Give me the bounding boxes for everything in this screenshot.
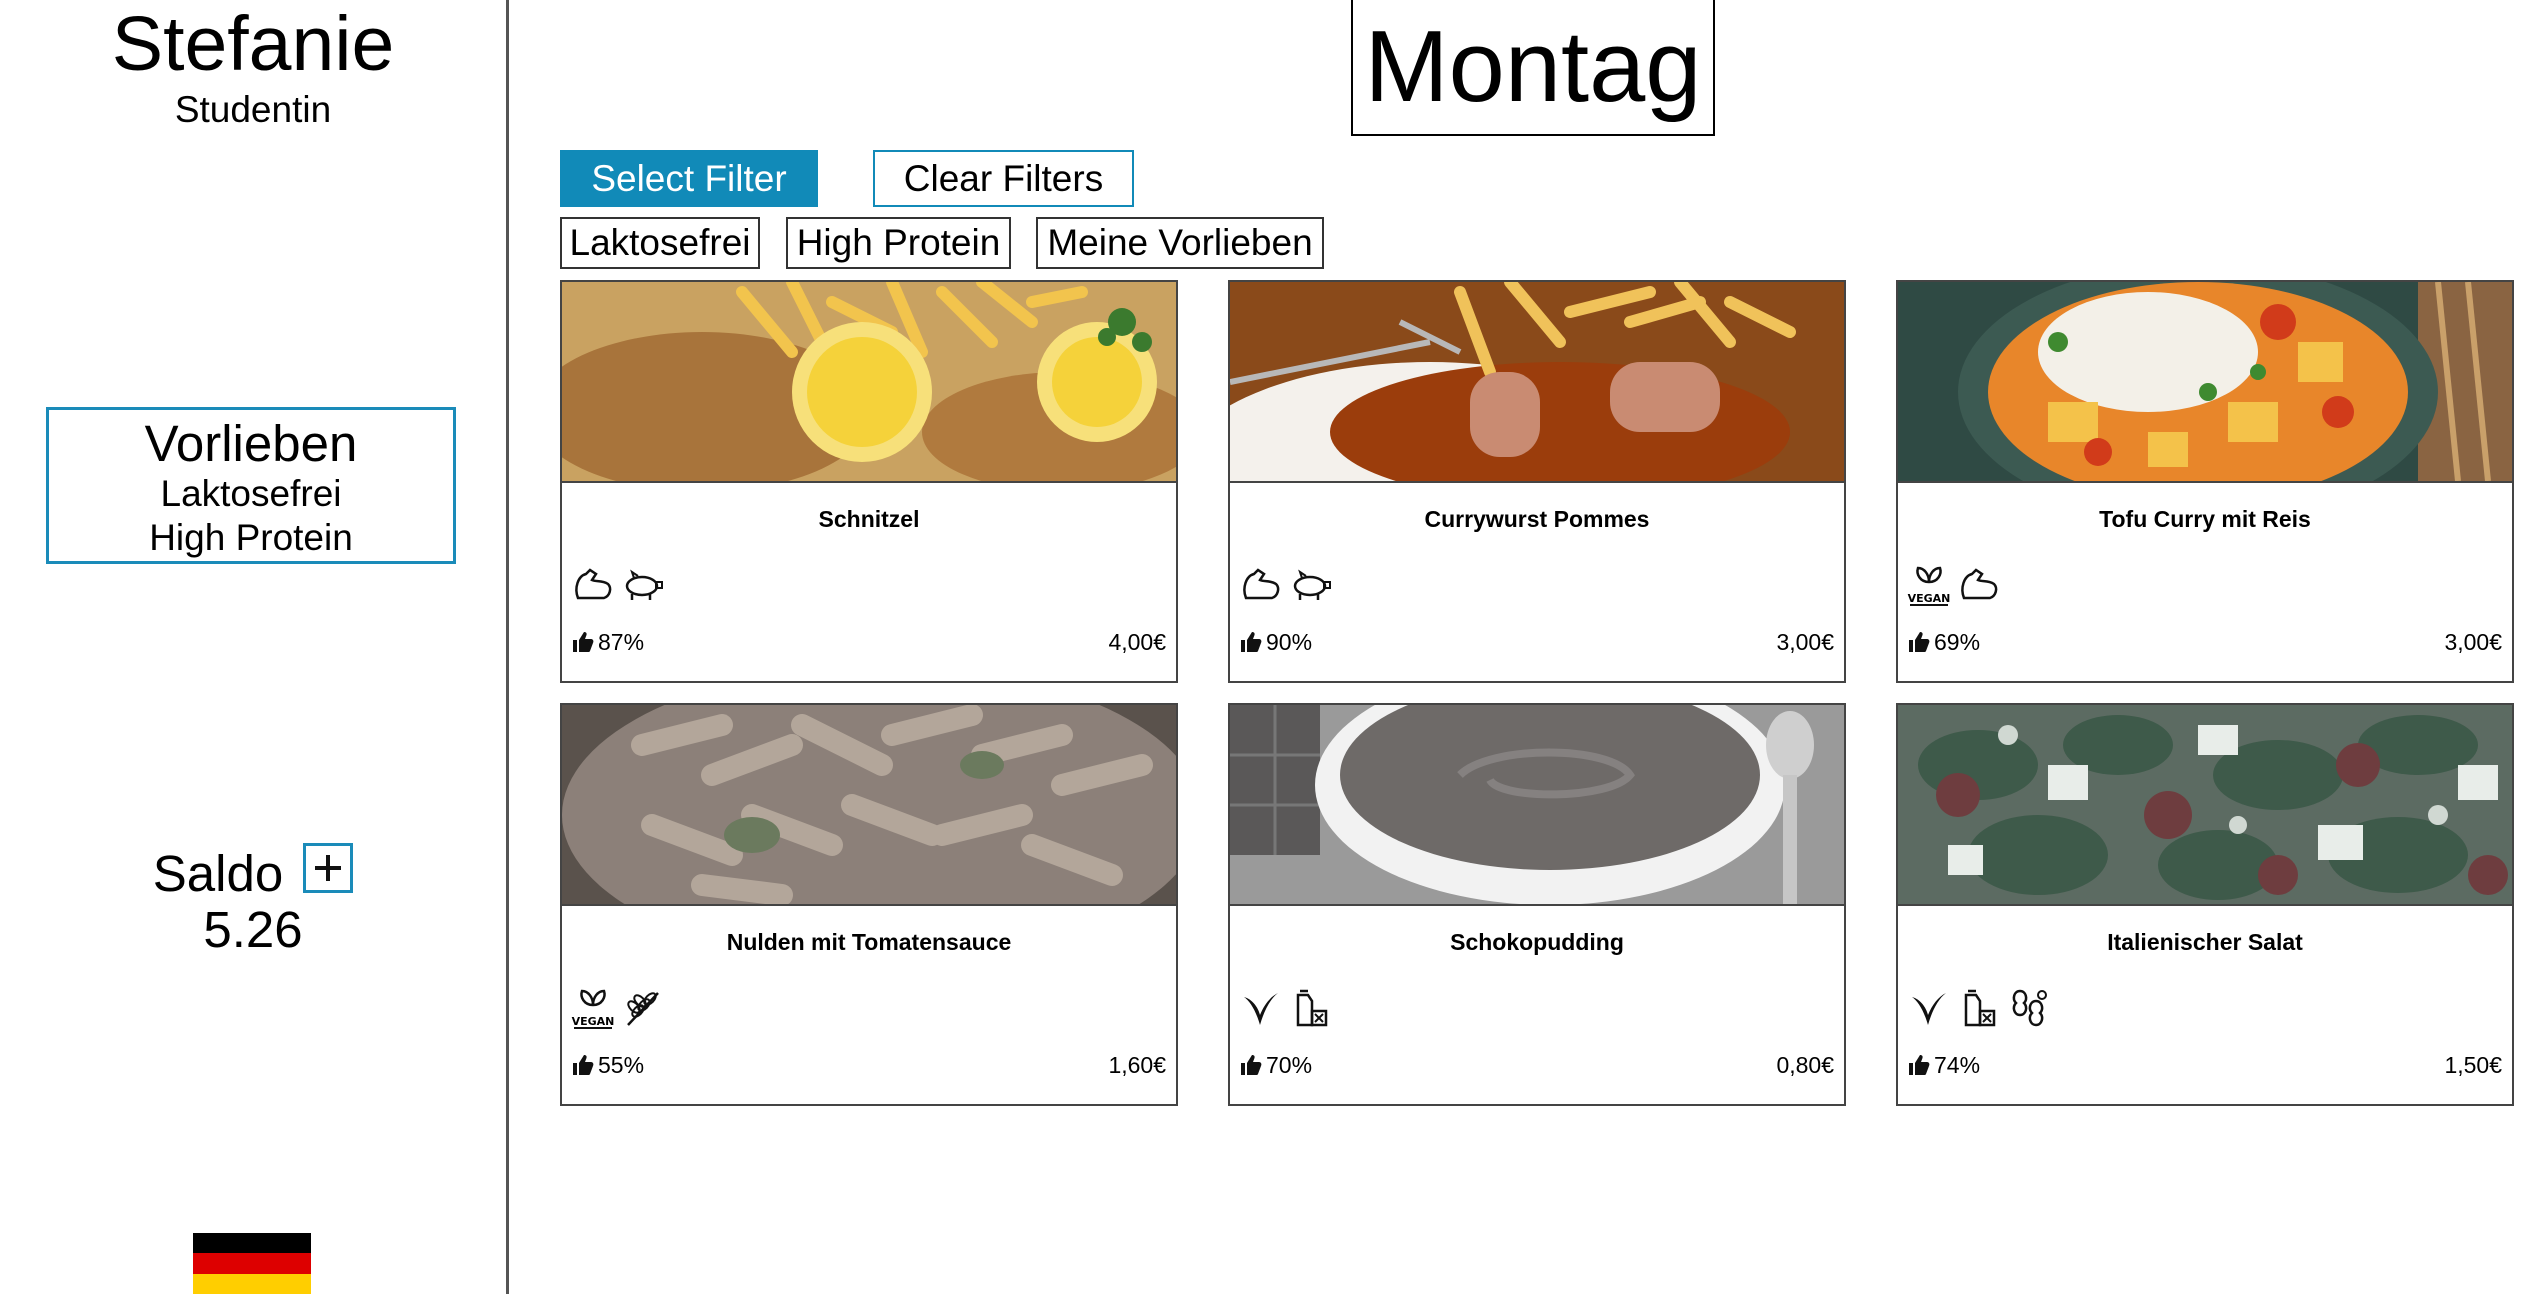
meal-price: 1,50€ bbox=[2444, 1052, 2502, 1078]
thumbs-up-icon bbox=[1909, 632, 1930, 652]
thumbs-up-icon bbox=[573, 1055, 594, 1075]
thumbs-up-icon bbox=[1241, 1055, 1262, 1075]
meal-card-nulden-mit-tomatensauce[interactable]: Nulden mit Tomatensauce VEGAN 55% 1,60€ bbox=[560, 703, 1178, 1106]
balance-label: Saldo bbox=[152, 844, 284, 902]
meal-name: Tofu Curry mit Reis bbox=[2099, 506, 2311, 532]
meal-name: Schokopudding bbox=[1450, 929, 1624, 955]
meal-photo bbox=[562, 705, 1176, 906]
meal-icons: VEGAN bbox=[1906, 562, 2002, 608]
clear-filters-button[interactable]: Clear Filters bbox=[873, 150, 1134, 207]
filter-chip-my-preferences[interactable]: Meine Vorlieben bbox=[1036, 217, 1324, 269]
meal-name: Italienischer Salat bbox=[2107, 929, 2303, 955]
vegan-icon: VEGAN bbox=[570, 985, 616, 1031]
meal-icons: VEGAN bbox=[570, 985, 666, 1031]
meal-photo bbox=[1898, 705, 2512, 906]
meal-icons bbox=[1906, 985, 2052, 1031]
meal-card-currywurst-pommes[interactable]: Currywurst Pommes 90% 3,00€ bbox=[1228, 280, 1846, 683]
svg-text:VEGAN: VEGAN bbox=[572, 1015, 615, 1028]
meal-price: 1,60€ bbox=[1108, 1052, 1166, 1078]
preference-item-lactose-free: Laktosefrei bbox=[160, 473, 342, 514]
vegetarian-icon bbox=[1906, 985, 1952, 1031]
meal-photo bbox=[1898, 282, 2512, 483]
meal-rating-value: 90% bbox=[1266, 629, 1313, 655]
meal-rating: 90% bbox=[1240, 627, 1312, 657]
meal-card-schnitzel[interactable]: Schnitzel 87% 4,00€ bbox=[560, 280, 1178, 683]
meal-rating: 87% bbox=[572, 627, 644, 657]
thumbs-up-icon bbox=[1909, 1055, 1930, 1075]
profile-sidebar: Stefanie Studentin Vorlieben Laktosefrei… bbox=[0, 0, 509, 1294]
select-filter-button[interactable]: Select Filter bbox=[560, 150, 818, 207]
meal-card-tofu-curry-mit-reis[interactable]: Tofu Curry mit Reis VEGAN 69% 3,00€ bbox=[1896, 280, 2514, 683]
preferences-title: Vorlieben bbox=[144, 415, 358, 472]
pork-icon bbox=[620, 562, 666, 608]
meal-card-schokopudding[interactable]: Schokopudding 70% 0,80€ bbox=[1228, 703, 1846, 1106]
meal-name: Currywurst Pommes bbox=[1424, 506, 1650, 532]
meal-rating: 70% bbox=[1240, 1050, 1312, 1080]
svg-text:VEGAN: VEGAN bbox=[1908, 592, 1951, 605]
meal-rating-value: 55% bbox=[598, 1052, 645, 1078]
meal-icons bbox=[1238, 562, 1334, 608]
meal-rating: 74% bbox=[1908, 1050, 1980, 1080]
meal-photo bbox=[562, 282, 1176, 483]
meal-photo bbox=[1230, 282, 1844, 483]
meal-icons bbox=[1238, 985, 1334, 1031]
meal-price: 4,00€ bbox=[1108, 629, 1166, 655]
lactose-free-icon bbox=[1956, 985, 2002, 1031]
user-name: Stefanie bbox=[111, 1, 395, 87]
balance-value: 5.26 bbox=[203, 901, 303, 958]
meal-price: 3,00€ bbox=[2444, 629, 2502, 655]
meal-rating-value: 69% bbox=[1934, 629, 1981, 655]
meal-price: 0,80€ bbox=[1776, 1052, 1834, 1078]
nuts-icon bbox=[2006, 985, 2052, 1031]
high-protein-icon bbox=[1238, 562, 1284, 608]
add-balance-button[interactable] bbox=[303, 842, 354, 893]
meal-rating-value: 74% bbox=[1934, 1052, 1981, 1078]
meal-rating: 55% bbox=[572, 1050, 644, 1080]
gluten-icon bbox=[620, 985, 666, 1031]
meal-rating: 69% bbox=[1908, 627, 1980, 657]
meal-rating-value: 70% bbox=[1266, 1052, 1313, 1078]
day-title: Montag bbox=[1351, 0, 1715, 136]
thumbs-up-icon bbox=[1241, 632, 1262, 652]
vegan-icon: VEGAN bbox=[1906, 562, 1952, 608]
meal-photo bbox=[1230, 705, 1844, 906]
vegetarian-icon bbox=[1238, 985, 1284, 1031]
meal-name: Nulden mit Tomatensauce bbox=[726, 929, 1012, 955]
high-protein-icon bbox=[1956, 562, 2002, 608]
meal-rating-value: 87% bbox=[598, 629, 645, 655]
high-protein-icon bbox=[570, 562, 616, 608]
meal-name: Schnitzel bbox=[818, 506, 920, 532]
balance-row: Saldo bbox=[0, 840, 506, 904]
thumbs-up-icon bbox=[573, 632, 594, 652]
meal-icons bbox=[570, 562, 666, 608]
filter-chip-lactose-free[interactable]: Laktosefrei bbox=[560, 217, 760, 269]
preferences-box[interactable]: Vorlieben Laktosefrei High Protein bbox=[46, 407, 456, 564]
flag-germany-icon[interactable] bbox=[193, 1233, 311, 1294]
filter-chip-high-protein[interactable]: High Protein bbox=[786, 217, 1011, 269]
preference-item-high-protein: High Protein bbox=[149, 517, 353, 558]
user-role: Studentin bbox=[174, 89, 332, 130]
pork-icon bbox=[1288, 562, 1334, 608]
lactose-free-icon bbox=[1288, 985, 1334, 1031]
meal-price: 3,00€ bbox=[1776, 629, 1834, 655]
meal-card-italienischer-salat[interactable]: Italienischer Salat 74% 1,50€ bbox=[1896, 703, 2514, 1106]
